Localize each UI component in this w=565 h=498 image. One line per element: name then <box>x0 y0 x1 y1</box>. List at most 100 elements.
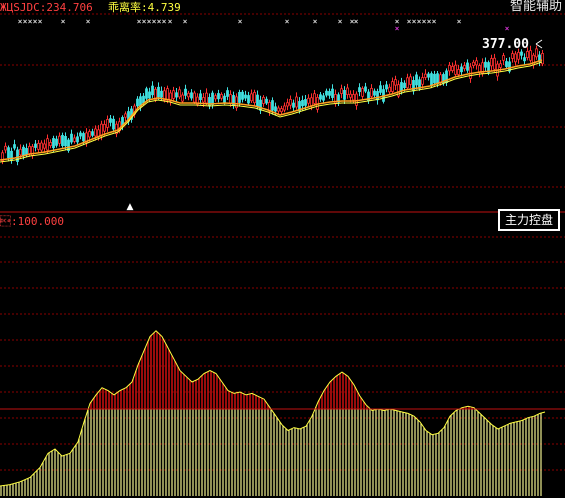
candle-body <box>361 88 364 97</box>
candle-body <box>214 95 217 100</box>
candle-body <box>466 62 469 71</box>
candle-body <box>22 146 25 156</box>
candle-body <box>79 132 82 137</box>
candle-body <box>289 99 292 106</box>
candle-body <box>484 61 487 68</box>
signal-marker: × <box>38 17 43 26</box>
candle-body <box>262 97 265 104</box>
candle-body <box>340 88 343 94</box>
candle-body <box>421 77 424 85</box>
candle-body <box>310 97 313 107</box>
candle-body <box>184 88 187 96</box>
candle-body <box>376 91 379 101</box>
signal-marker: × <box>61 17 66 26</box>
candle-body <box>385 84 388 90</box>
candle-body <box>229 94 232 104</box>
candle-body <box>190 92 193 99</box>
candle-body <box>244 94 247 99</box>
chart-canvas[interactable]: × × × × × × × × × × × × × × × × × × × × × × × × × × × × ×× ×▲ <box>0 0 565 498</box>
smart-assist-button[interactable]: 智能辅助 <box>510 0 562 14</box>
candle-body <box>391 81 394 92</box>
candle-body <box>457 69 460 75</box>
candle-body <box>415 74 418 86</box>
candle-body <box>433 73 436 84</box>
candle-body <box>424 73 427 78</box>
candle-body <box>388 86 391 93</box>
candle-body <box>223 95 226 103</box>
candle-body <box>526 51 529 59</box>
candle-body <box>292 102 295 108</box>
candle-body <box>499 63 502 68</box>
indicator-value: ЖЦSJDC:234.706 <box>0 1 93 14</box>
signal-marker: × <box>354 17 359 26</box>
candle-body <box>370 87 373 97</box>
candle-body <box>124 113 127 118</box>
candle-body <box>175 92 178 98</box>
signal-marker: × <box>168 17 173 26</box>
candle-body <box>100 123 103 136</box>
candle-body <box>94 128 97 137</box>
candle-body <box>226 90 229 97</box>
candle-body <box>349 93 352 98</box>
bias-rate-value: 乖离率:4.739 <box>108 1 181 14</box>
signal-marker: × <box>86 17 91 26</box>
candle-body <box>19 148 22 156</box>
candle-body <box>88 131 91 138</box>
up-triangle-icon: ▲ <box>127 202 134 212</box>
candle-body <box>91 131 94 136</box>
signal-marker: × <box>238 17 243 26</box>
candle-body <box>103 124 106 132</box>
candle-body <box>136 98 139 107</box>
candle-body <box>400 82 403 92</box>
candle-body <box>172 90 175 99</box>
candle-body <box>535 48 538 58</box>
signal-marker-pink: × <box>505 24 510 33</box>
candle-body <box>460 66 463 73</box>
candle-body <box>280 108 283 113</box>
candle-body <box>319 94 322 100</box>
candle-body <box>61 135 64 146</box>
candle-body <box>274 106 277 112</box>
candle-body <box>34 143 37 148</box>
candle-body <box>43 143 46 149</box>
candle-body <box>40 142 43 151</box>
candle-body <box>403 82 406 88</box>
candle-body <box>157 86 160 98</box>
candle-body <box>211 92 214 106</box>
candle-body <box>49 142 52 147</box>
candle-body <box>511 53 514 59</box>
candle-body <box>454 64 457 75</box>
signal-marker-pink: × <box>395 24 400 33</box>
candle-body <box>373 90 376 96</box>
candle-body <box>202 97 205 103</box>
candle-body <box>217 93 220 100</box>
candle-body <box>430 73 433 86</box>
candle-body <box>520 51 523 56</box>
candle-body <box>502 55 505 61</box>
candle-body <box>286 102 289 107</box>
signal-marker: × <box>457 17 462 26</box>
candle-body <box>514 53 517 63</box>
candle-body <box>7 147 10 159</box>
candle-body <box>73 137 76 142</box>
candle-body <box>331 88 334 98</box>
candle-body <box>4 145 7 151</box>
candle-body <box>352 94 355 101</box>
candle-body <box>151 85 154 96</box>
candle-body <box>364 86 367 92</box>
candle-body <box>238 91 241 103</box>
candle-body <box>250 93 253 102</box>
candle-body <box>148 91 151 99</box>
signal-marker: × <box>162 17 167 26</box>
candle-body <box>13 144 16 149</box>
candle-body <box>301 100 304 107</box>
candle-body <box>55 138 58 146</box>
candle-body <box>313 93 316 104</box>
candle-body <box>253 92 256 104</box>
candle-body <box>247 95 250 104</box>
candle-body <box>166 88 169 101</box>
candle-body <box>259 99 262 111</box>
panel-title-button[interactable]: 主力控盘 <box>498 209 560 231</box>
signal-marker: × <box>285 17 290 26</box>
signal-marker: × <box>183 17 188 26</box>
